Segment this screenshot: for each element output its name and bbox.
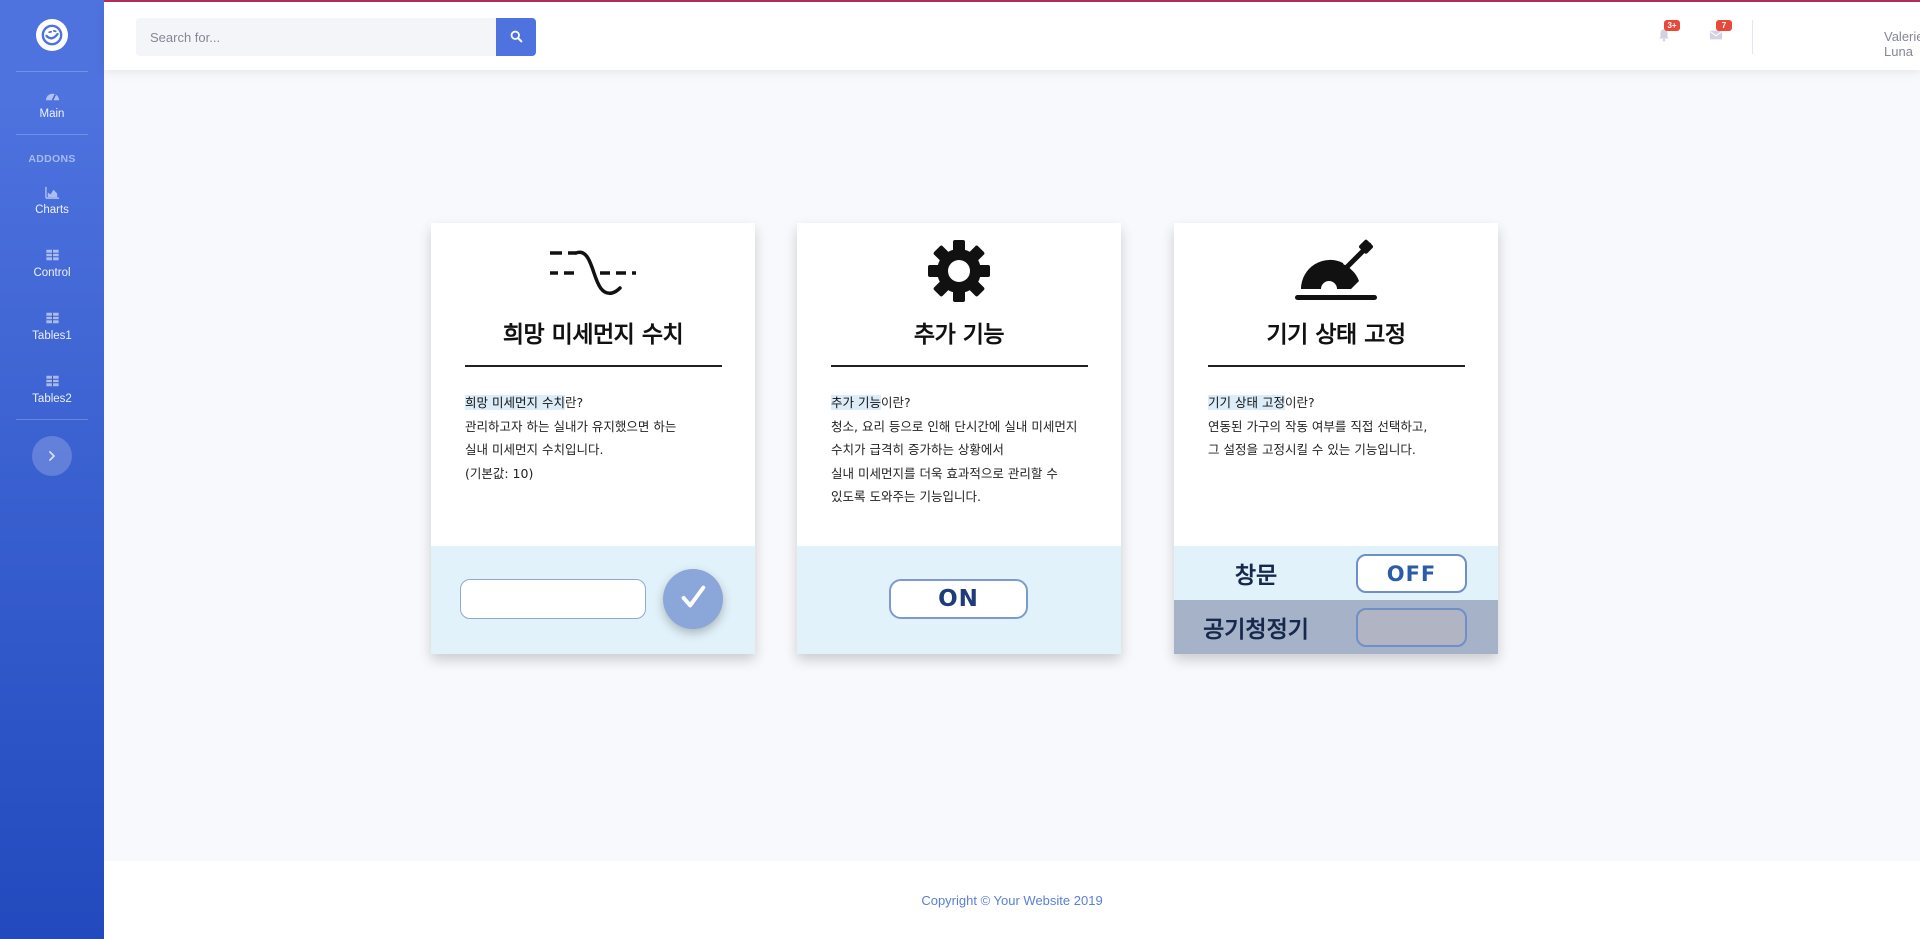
topbar: 3+ 7 Valerie Luna (104, 2, 1920, 70)
card-icon-wrap (431, 239, 755, 303)
sidebar-item-label: Tables1 (32, 330, 72, 342)
sidebar-item-control[interactable]: Control (0, 247, 104, 295)
search-icon (510, 28, 523, 47)
card-title: 추가 기능 (913, 322, 1005, 348)
chevron-right-icon (46, 447, 58, 466)
card-title: 희망 미세먼지 수치 (502, 322, 684, 348)
footer: Copyright © Your Website 2019 (104, 861, 1920, 939)
sidebar-item-label: Main (39, 108, 65, 120)
card-action-area: 창문 OFF 공기청정기 (1174, 546, 1498, 654)
desc-suffix: 란? (564, 395, 584, 410)
air-purifier-toggle-button[interactable] (1356, 608, 1467, 647)
desc-suffix: 이란? (1284, 395, 1315, 410)
brand-logo-icon[interactable] (36, 19, 68, 51)
card-target-dust: 희망 미세먼지 수치 희망 미세먼지 수치란? 관리하고자 하는 실내가 유지했… (431, 223, 755, 654)
alerts-badge: 3+ (1664, 20, 1680, 31)
desc-line: 그 설정을 고정시킬 수 있는 기능입니다. (1208, 442, 1416, 457)
card-icon-wrap (1174, 239, 1498, 303)
sidebar-item-label: Control (33, 267, 71, 279)
user-name[interactable]: Valerie Luna (1884, 29, 1920, 59)
sidebar-divider (16, 419, 88, 420)
target-dust-input[interactable] (460, 579, 646, 619)
desc-line: 실내 미세먼지를 더욱 효과적으로 관리할 수 (831, 465, 1058, 481)
sidebar-item-charts[interactable]: Charts (0, 184, 104, 232)
card-device-lock: 기기 상태 고정 기기 상태 고정이란? 연동된 가구의 작동 여부를 직접 선… (1174, 223, 1498, 654)
sidebar-divider (16, 134, 88, 135)
desc-suffix: 이란? (880, 395, 911, 410)
card-extra-feature: 추가 기능 추가 기능이란? 청소, 요리 등으로 인해 단시간에 실내 미세먼… (797, 223, 1121, 654)
card-description: 희망 미세먼지 수치란? 관리하고자 하는 실내가 유지했으면 하는 실내 미세… (465, 391, 735, 485)
device-label: 창문 (1234, 563, 1278, 589)
desc-line: 있도록 도와주는 기능입니다. (831, 489, 981, 504)
tachometer-icon (44, 88, 60, 104)
card-divider (465, 365, 722, 367)
copyright-text: Copyright © Your Website 2019 (921, 892, 1103, 908)
device-row-window: 창문 OFF (1174, 546, 1498, 600)
lever-icon (1291, 239, 1381, 303)
sidebar-item-main[interactable]: Main (0, 88, 104, 136)
device-label: 공기청정기 (1203, 617, 1309, 643)
desc-line: 실내 미세먼지 수치입니다. (465, 442, 604, 457)
card-title: 기기 상태 고정 (1266, 322, 1406, 348)
sidebar-item-tables2[interactable]: Tables2 (0, 373, 104, 421)
window-toggle-button[interactable]: OFF (1356, 554, 1467, 593)
topbar-divider (1752, 20, 1753, 54)
device-row-air-purifier: 공기청정기 (1174, 600, 1498, 654)
extra-feature-toggle-button[interactable]: ON (889, 579, 1028, 619)
check-icon (678, 582, 708, 616)
table-icon (44, 247, 60, 263)
sidebar-item-label: Charts (35, 204, 69, 216)
sidebar-divider (16, 71, 88, 72)
confirm-button[interactable] (663, 569, 723, 629)
desc-highlight: 기기 상태 고정 (1208, 395, 1285, 410)
search-button[interactable] (496, 18, 536, 56)
card-divider (1208, 365, 1465, 367)
gear-icon (927, 239, 991, 303)
chart-area-icon (44, 184, 60, 200)
wave-icon (548, 239, 638, 303)
desc-line: 수치가 급격히 증가하는 상황에서 (831, 442, 1004, 457)
table-icon (44, 373, 60, 389)
desc-highlight: 희망 미세먼지 수치 (465, 395, 565, 410)
desc-line: 연동된 가구의 작동 여부를 직접 선택하고, (1208, 418, 1428, 434)
alerts-button[interactable]: 3+ (1652, 20, 1680, 48)
table-icon (44, 310, 60, 326)
sidebar-item-label: Tables2 (32, 393, 72, 405)
sidebar-heading: ADDONS (28, 153, 76, 165)
desc-highlight: 추가 기능 (831, 395, 881, 410)
card-description: 추가 기능이란? 청소, 요리 등으로 인해 단시간에 실내 미세먼지 수치가 … (831, 391, 1101, 509)
card-divider (831, 365, 1088, 367)
messages-button[interactable]: 7 (1704, 20, 1732, 48)
card-icon-wrap (797, 239, 1121, 303)
card-action-area: ON (797, 546, 1121, 654)
card-description: 기기 상태 고정이란? 연동된 가구의 작동 여부를 직접 선택하고, 그 설정… (1208, 391, 1478, 462)
desc-line: 관리하고자 하는 실내가 유지했으면 하는 (465, 418, 677, 434)
sidebar-item-tables1[interactable]: Tables1 (0, 310, 104, 358)
search-input[interactable] (136, 18, 500, 56)
desc-line: 청소, 요리 등으로 인해 단시간에 실내 미세먼지 (831, 418, 1078, 434)
sidebar-toggle-button[interactable] (32, 436, 72, 476)
sidebar: Main ADDONS Charts Control Tables1 Table… (0, 0, 104, 939)
desc-line: (기본값: 10) (465, 465, 534, 481)
card-action-area (431, 546, 755, 654)
messages-badge: 7 (1716, 20, 1732, 31)
